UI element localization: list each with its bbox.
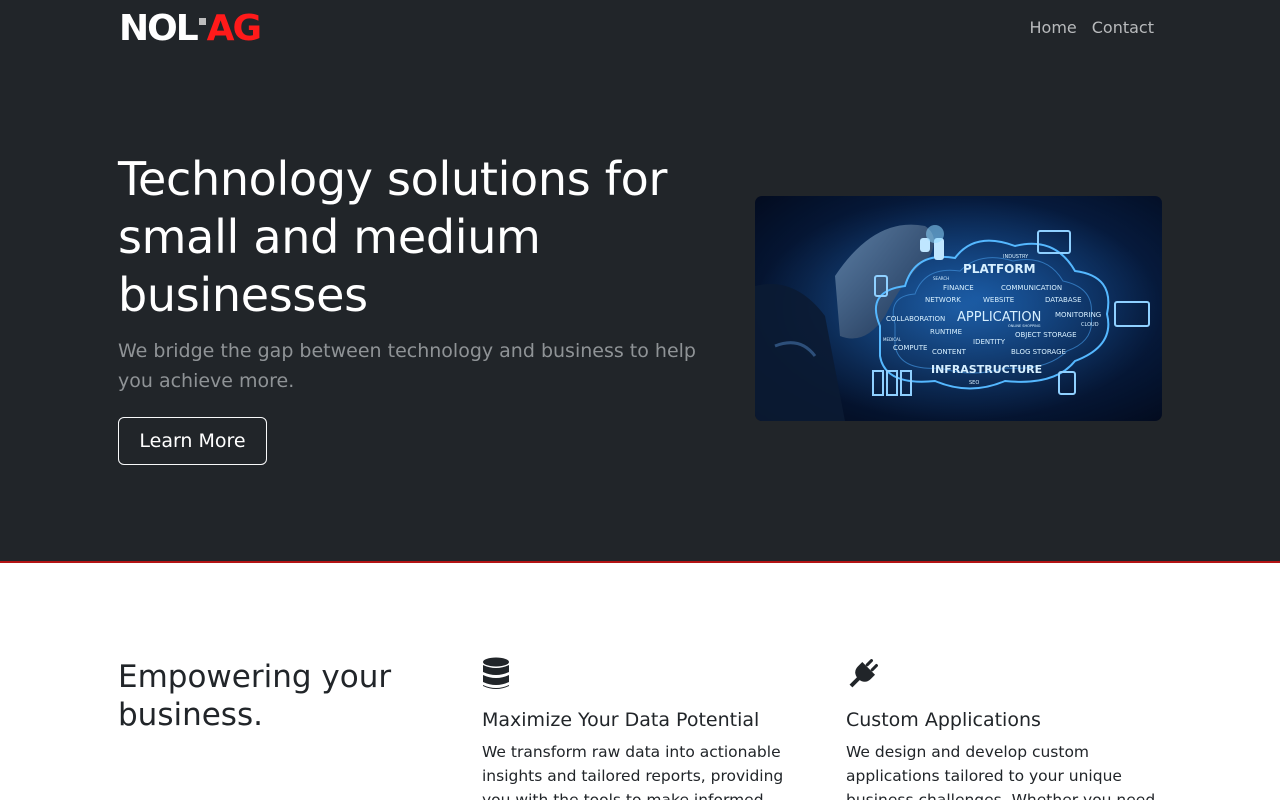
image-word: ONLINE SHOPPING [1008, 324, 1041, 328]
hero-text: Technology solutions for small and mediu… [118, 150, 718, 396]
image-word: WEBSITE [983, 296, 1014, 304]
image-word: DATABASE [1045, 296, 1082, 304]
hero-section: NOL AG Home Contact Technology solutions … [0, 0, 1280, 561]
plug-icon [846, 657, 1162, 697]
image-word: BLOG STORAGE [1011, 348, 1066, 356]
image-word: COLLABORATION [886, 315, 945, 323]
image-word: CLOUD [1081, 322, 1099, 328]
image-word: COMPUTE [893, 344, 927, 352]
image-word: APPLICATION [957, 310, 1041, 325]
hero-image: INDUSTRY PLATFORM SEARCH FINANCE COMMUNI… [755, 196, 1162, 421]
nav-contact-link[interactable]: Contact [1092, 18, 1154, 38]
features-heading: Empowering your business. [118, 659, 392, 733]
image-word: CONTENT [932, 348, 967, 356]
feature-card-data: Maximize Your Data Potential We transfor… [482, 657, 798, 800]
learn-more-button[interactable]: Learn More [118, 417, 267, 465]
nav-home-link[interactable]: Home [1030, 18, 1077, 38]
image-word: PLATFORM [963, 262, 1036, 276]
image-word: INFRASTRUCTURE [931, 363, 1042, 376]
image-word: IDENTITY [973, 338, 1006, 346]
image-word: COMMUNICATION [1001, 284, 1062, 292]
hero-title: Technology solutions for small and mediu… [118, 152, 668, 322]
image-word: INDUSTRY [1003, 254, 1029, 260]
image-word: NETWORK [925, 296, 961, 304]
feature-card-apps: Custom Applications We design and develo… [846, 657, 1162, 800]
database-icon [482, 657, 798, 697]
navbar: NOL AG Home Contact [0, 0, 1280, 56]
logo-dot-icon [198, 17, 206, 25]
hero-subtitle: We bridge the gap between technology and… [118, 340, 696, 392]
image-word: FINANCE [943, 284, 974, 292]
image-word: OBJECT STORAGE [1015, 331, 1077, 339]
logo[interactable]: NOL AG [119, 8, 262, 49]
features-section: Empowering your business. Maximize Your … [0, 563, 1280, 800]
nav-links: Home Contact [1030, 18, 1155, 38]
logo-text-ag: AG [206, 8, 262, 49]
image-word: SEARCH [933, 276, 949, 281]
image-word: MEDICAL [883, 337, 902, 342]
image-word: MONITORING [1055, 311, 1101, 319]
logo-text-nol: NOL [119, 8, 199, 49]
image-word: RUNTIME [930, 328, 962, 336]
image-word: SEO [969, 380, 979, 386]
cloud-diagram-graphic: INDUSTRY PLATFORM SEARCH FINANCE COMMUNI… [755, 196, 1162, 421]
feature-title: Custom Applications [846, 709, 1041, 731]
feature-text: We design and develop custom application… [846, 743, 1156, 800]
feature-text: We transform raw data into actionable in… [482, 743, 784, 800]
feature-title: Maximize Your Data Potential [482, 709, 760, 731]
